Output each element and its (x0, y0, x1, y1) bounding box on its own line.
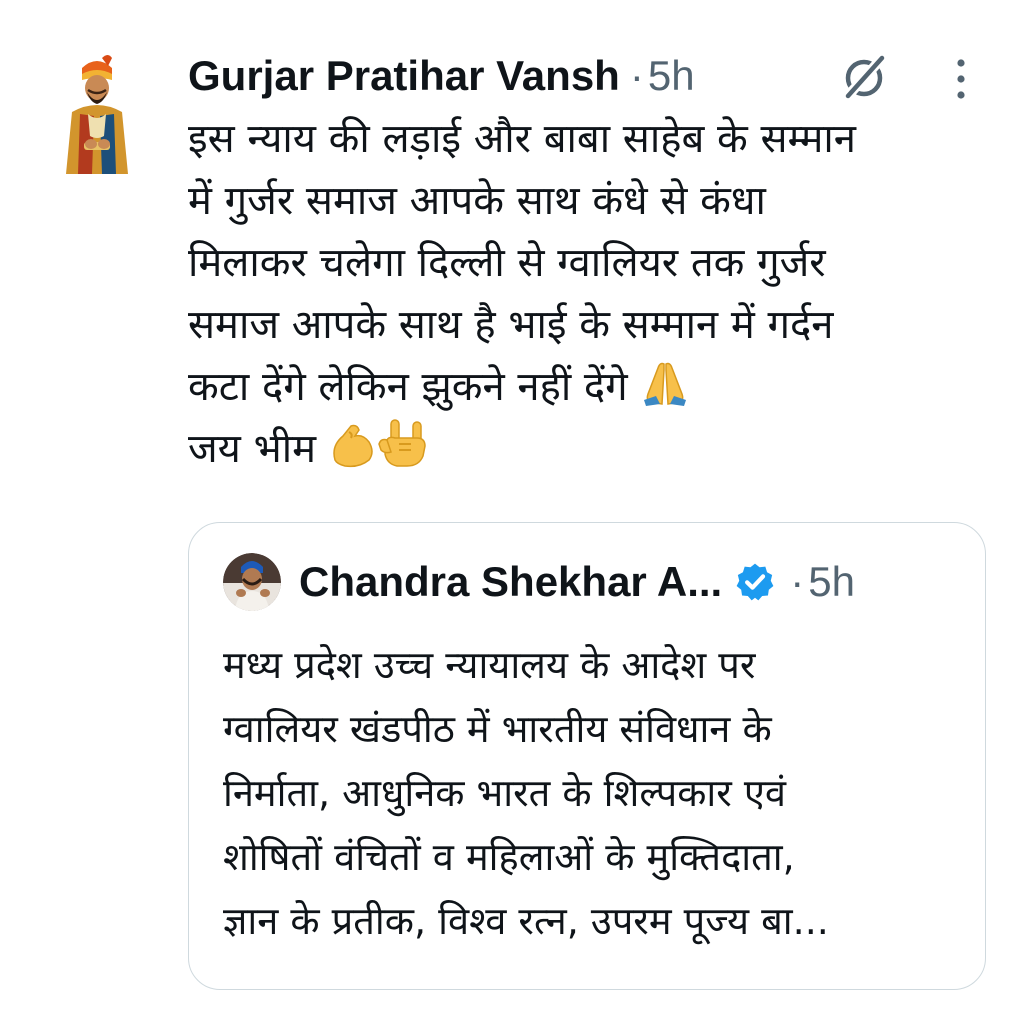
folded-hands-icon (644, 362, 687, 406)
tweet-text-line: समाज आपके साथ है भाई के सम्मान में गर्दन (188, 302, 834, 348)
quoted-timestamp[interactable]: 5h (808, 558, 855, 606)
quoted-author-avatar[interactable] (223, 553, 281, 611)
separator-dot: · (629, 52, 644, 99)
quoted-text-line: ज्ञान के प्रतीक, विश्व रत्न, उपरम पूज्य … (223, 899, 829, 943)
quoted-tweet-header: Chandra Shekhar A... · 5h (299, 551, 855, 613)
author-name[interactable]: Gurjar Pratihar Vansh (188, 52, 620, 100)
quoted-tweet-text: मध्य प्रदेश उच्च न्यायालय के आदेश पर ग्व… (223, 633, 963, 953)
tweet-text-line-5: कटा देंगे लेकिन झुकने नहीं देंगे (188, 356, 988, 418)
tweet-text-line: जय भीम (188, 426, 316, 472)
tweet-text-line-6: जय भीम (188, 418, 988, 480)
quoted-text-line: शोषितों वंचितों व महिलाओं के मुक्तिदाता, (223, 835, 795, 879)
tweet-text: इस न्याय की लड़ाई और बाबा साहेब के सम्मा… (188, 108, 988, 480)
flexed-biceps-icon (332, 424, 373, 468)
more-vertical-icon[interactable] (950, 56, 972, 102)
timestamp[interactable]: 5h (648, 52, 695, 100)
tweet-header: Gurjar Pratihar Vansh · 5h (188, 46, 695, 106)
quoted-tweet-card[interactable]: Chandra Shekhar A... · 5h मध्य प्रदेश उच… (188, 522, 986, 990)
author-avatar[interactable] (58, 52, 136, 176)
tweet-text-line: कटा देंगे लेकिन झुकने नहीं देंगे (188, 364, 628, 410)
quoted-text-line: मध्य प्रदेश उच्च न्यायालय के आदेश पर (223, 643, 756, 687)
quoted-text-line: निर्माता, आधुनिक भारत के शिल्पकार एवं (223, 771, 787, 815)
grok-icon[interactable] (836, 50, 892, 106)
tweet[interactable]: Gurjar Pratihar Vansh · 5h इस न्याय की ल… (0, 0, 1024, 1021)
tweet-text-line: मिलाकर चलेगा दिल्ली से ग्वालियर तक गुर्ज… (188, 240, 826, 286)
tweet-text-line: इस न्याय की लड़ाई और बाबा साहेब के सम्मा… (188, 116, 856, 162)
quoted-author-name[interactable]: Chandra Shekhar A... (299, 558, 722, 606)
sign-of-the-horns-icon (377, 419, 426, 467)
separator-dot: · (790, 558, 805, 605)
tweet-text-line: में गुर्जर समाज आपके साथ कंधे से कंधा (188, 178, 766, 224)
verified-badge-icon (736, 563, 774, 601)
quoted-text-line: ग्वालियर खंडपीठ में भारतीय संविधान के (223, 707, 772, 751)
